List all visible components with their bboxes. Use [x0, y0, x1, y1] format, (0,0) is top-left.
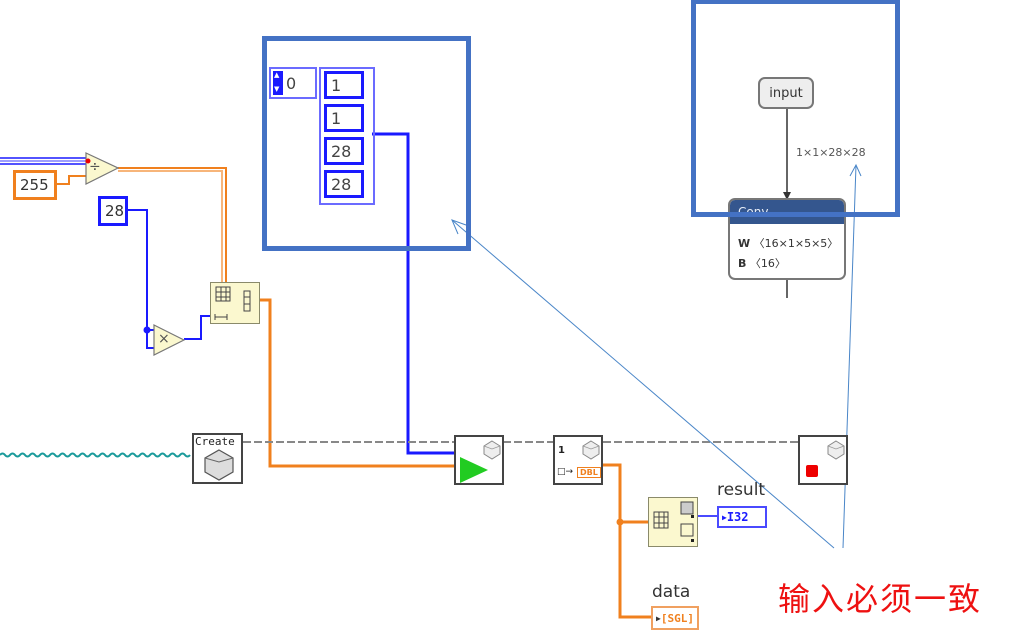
shape-element-value: 28	[331, 174, 352, 194]
divisor-wire	[57, 175, 86, 185]
reshape-array-icon	[214, 286, 251, 320]
run-icon	[460, 457, 488, 483]
multiply-icon: ×	[158, 331, 170, 347]
product-wire	[184, 315, 211, 340]
output-wire	[602, 463, 652, 619]
conv-bias-label: B	[738, 257, 747, 270]
data-type: SGL	[667, 611, 688, 625]
result-type: I32	[726, 510, 749, 524]
run-inference-node[interactable]	[454, 435, 504, 485]
shape-element-value: 1	[331, 108, 342, 128]
icosahedron-icon	[827, 440, 845, 460]
shape-element[interactable]: 28	[324, 170, 364, 198]
shape-element[interactable]: 1	[324, 104, 364, 132]
icosahedron-icon	[204, 449, 234, 481]
conv-weight-shape: 〈16×1×5×5〉	[753, 237, 839, 250]
refnum-wire	[0, 452, 191, 458]
release-session-node[interactable]	[798, 435, 848, 485]
shape-element[interactable]: 28	[324, 137, 364, 165]
result-label: result	[717, 480, 766, 500]
array-max-min-node[interactable]	[648, 497, 698, 547]
shape-element[interactable]: 1	[324, 71, 364, 99]
normalized-wire	[118, 167, 227, 283]
shape-element-value: 1	[331, 75, 342, 95]
create-label: Create	[195, 435, 235, 448]
index-spinner[interactable]: ▲ ▼	[273, 71, 283, 95]
divide-icon: ÷	[89, 159, 101, 175]
output-index-label: 1	[558, 445, 565, 456]
size-wire	[127, 209, 154, 331]
conv-bias-shape: 〈16〉	[749, 257, 786, 270]
data-indicator[interactable]: ▶[SGL]	[651, 606, 699, 630]
create-session-node[interactable]: Create	[192, 433, 243, 484]
array-index-control[interactable]: ▲ ▼ 0	[269, 67, 317, 99]
wire-junction	[616, 518, 624, 526]
image-size-constant[interactable]: 28	[98, 196, 128, 226]
wire-junction	[143, 326, 151, 334]
conv-bias-row: B 〈16〉	[730, 254, 844, 274]
output-type-badge: DBL	[577, 467, 601, 478]
conv-weight-row: W 〈16×1×5×5〉	[730, 234, 844, 254]
data-label: data	[652, 582, 691, 602]
divisor-constant[interactable]: 255	[13, 170, 57, 200]
result-indicator[interactable]: ▶ I32	[717, 506, 767, 528]
array-max-min-icon	[653, 501, 694, 542]
reshape-array-node[interactable]	[210, 282, 260, 324]
shape-element-value: 28	[331, 141, 352, 161]
array-index-value: 0	[286, 74, 297, 93]
get-output-node[interactable]: 1 □→ DBL	[553, 435, 603, 485]
input-array-wire	[0, 157, 88, 165]
consistency-note: 输入必须一致	[778, 580, 983, 618]
arrow-icon: □→	[557, 467, 574, 477]
image-size-value: 28	[105, 202, 125, 220]
onnx-highlight-box	[691, 0, 900, 217]
stop-icon	[806, 465, 818, 477]
icosahedron-icon	[582, 440, 600, 460]
conv-weight-label: W	[738, 237, 751, 250]
divisor-value: 255	[20, 176, 49, 194]
